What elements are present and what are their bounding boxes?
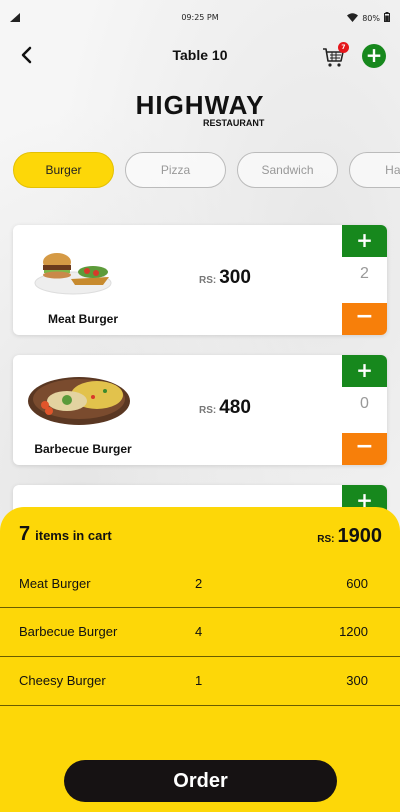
menu-item-card: Barbecue Burger RS: 480 + 0 −	[13, 355, 387, 465]
cart-count: 7 items in cart	[19, 523, 112, 546]
tab-pizza[interactable]: Pizza	[125, 152, 226, 188]
cart-item-qty: 1	[195, 673, 203, 688]
cart-summary: 7 items in cart RS: 1900	[19, 521, 382, 551]
header: Table 10 7 +	[0, 38, 400, 74]
status-bar: 09:25 PM 80%	[0, 0, 400, 34]
cart-panel: 7 items in cart RS: 1900 Meat Burger 2 6…	[0, 507, 400, 812]
currency-label: RS:	[199, 405, 217, 416]
tab-hand[interactable]: Hand	[349, 152, 400, 188]
menu-item-price: RS: 480	[199, 397, 251, 419]
menu-item-name: Meat Burger	[47, 312, 118, 326]
battery-text: 80%	[362, 13, 380, 23]
category-tabs: Burger Pizza Sandwich Hand	[13, 152, 400, 188]
cart-row[interactable]: Barbecue Burger 4 1200	[0, 608, 400, 657]
cart-item-qty: 4	[195, 624, 203, 639]
increase-quantity-button[interactable]: +	[342, 355, 387, 387]
menu-item-card: Meat Burger RS: 300 + 2 −	[13, 225, 387, 335]
add-button[interactable]: +	[362, 44, 386, 68]
food-image	[33, 237, 119, 297]
quantity-value: 0	[360, 395, 369, 412]
quantity-value: 2	[360, 265, 369, 282]
cart-count-label: items in cart	[35, 528, 112, 543]
status-time: 09:25 PM	[181, 13, 219, 22]
cart-badge: 7	[338, 42, 349, 53]
menu-item-price: RS: 300	[199, 267, 251, 289]
tab-burger[interactable]: Burger	[13, 152, 114, 188]
cart-row[interactable]: Cheesy Burger 1 300	[0, 657, 400, 706]
cart-item-price: 300	[346, 673, 368, 688]
decrease-quantity-button[interactable]: −	[342, 303, 387, 335]
cart-item-price: 600	[346, 576, 368, 591]
food-image	[27, 367, 133, 427]
cart-button[interactable]: 7	[322, 42, 350, 70]
brand-logo: HIGHWAY RESTAURANT	[0, 90, 400, 128]
order-button[interactable]: Order	[64, 760, 337, 802]
cart-item-name: Meat Burger	[19, 576, 91, 591]
price-value: 300	[219, 267, 251, 288]
cart-total-value: 1900	[337, 525, 383, 547]
currency-label: RS:	[317, 534, 335, 545]
cart-list: Meat Burger 2 600 Barbecue Burger 4 1200…	[0, 559, 400, 706]
price-value: 480	[219, 397, 251, 418]
tab-sandwich[interactable]: Sandwich	[237, 152, 338, 188]
cart-item-price: 1200	[339, 624, 368, 639]
cart-item-name: Cheesy Burger	[19, 673, 106, 688]
menu-item-name: Barbecue Burger	[34, 442, 132, 456]
brand-subtitle: RESTAURANT	[203, 118, 265, 128]
brand-name: HIGHWAY	[135, 90, 265, 120]
increase-quantity-button[interactable]: +	[342, 225, 387, 257]
battery-icon	[384, 12, 390, 24]
cart-row[interactable]: Meat Burger 2 600	[0, 559, 400, 608]
status-right: 80%	[347, 12, 390, 24]
cart-item-qty: 2	[195, 576, 203, 591]
currency-label: RS:	[199, 275, 217, 286]
cart-item-name: Barbecue Burger	[19, 624, 118, 639]
decrease-quantity-button[interactable]: −	[342, 433, 387, 465]
wifi-icon	[347, 12, 359, 24]
cart-count-number: 7	[19, 523, 31, 545]
cart-total: RS: 1900	[317, 525, 382, 548]
